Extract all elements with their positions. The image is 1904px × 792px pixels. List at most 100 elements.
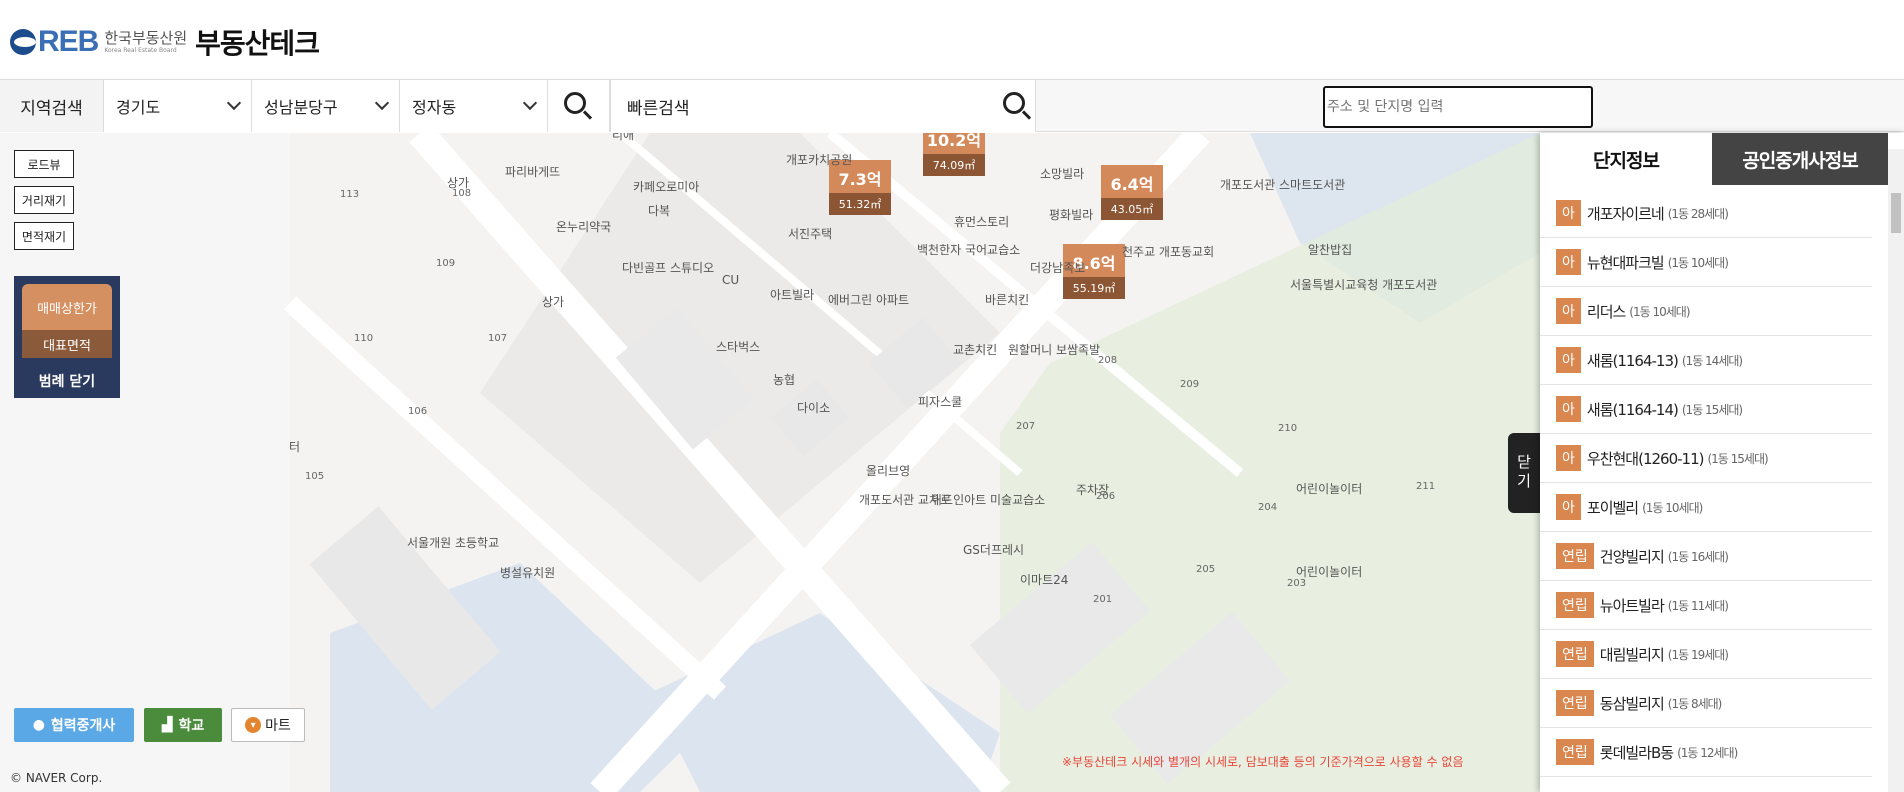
- legend-price: 매매상한가: [22, 284, 112, 330]
- quick-search-button[interactable]: [993, 80, 1037, 132]
- map-label: 천주교 개포동교회: [1122, 245, 1215, 259]
- complex-name: 새롬(1164-13): [1586, 351, 1679, 370]
- complex-name: 대림빌리지: [1599, 645, 1665, 664]
- complex-count: (1동 11세대): [1667, 598, 1729, 613]
- complex-list-item[interactable]: 연립 롯데빌라B동 (1동 12세대): [1540, 728, 1872, 777]
- complex-list-item[interactable]: 아 뉴현대파크빌 (1동 10세대): [1540, 238, 1872, 287]
- logo-sub: 한국부동산원 Korea Real Estate Board: [104, 28, 188, 54]
- province-select[interactable]: 경기도: [104, 80, 252, 132]
- price-value: 6.4억: [1101, 165, 1163, 198]
- scrollbar[interactable]: [1888, 149, 1904, 792]
- map-label: 피자스쿨: [918, 395, 963, 409]
- map-label: 위드인아트 미술교습소: [931, 493, 1046, 507]
- map-label: 농협: [773, 373, 796, 387]
- complex-list-item[interactable]: 아 우찬현대(1260-11) (1동 15세대): [1540, 434, 1872, 483]
- price-notice: ※부동산테크 시세와 별개의 시세로, 담보대출 등의 기준가격으로 사용할 수…: [1062, 755, 1464, 769]
- cart-icon: ▾: [245, 717, 262, 733]
- type-badge: 연립: [1556, 592, 1594, 618]
- copyright: © NAVER Corp.: [10, 771, 103, 785]
- logo-english: Korea Real Estate Board: [104, 46, 177, 54]
- complex-list-item[interactable]: 연립 대림빌리지 (1동 19세대): [1540, 630, 1872, 679]
- type-badge: 아: [1556, 298, 1581, 324]
- type-badge: 연립: [1556, 641, 1594, 667]
- complex-count: (1동 10세대): [1667, 255, 1729, 270]
- type-badge: 연립: [1556, 543, 1594, 569]
- map-label: 아트빌라: [770, 288, 815, 302]
- complex-name: 롯데빌라B동: [1599, 743, 1674, 762]
- area-value: 43.05㎡: [1101, 198, 1163, 220]
- search-icon: [564, 92, 586, 114]
- complex-list-item[interactable]: 아 리더스 (1동 10세대): [1540, 287, 1872, 336]
- school-label: 학교: [178, 718, 205, 734]
- map-label: 개포카치공원: [786, 153, 853, 167]
- map-label: GS더프레시: [963, 543, 1025, 557]
- price-marker[interactable]: 6.4억 43.05㎡: [1101, 165, 1163, 220]
- mart-toggle-button[interactable]: ▾ 마트: [231, 708, 305, 742]
- building-number: 105: [305, 471, 325, 482]
- type-badge: 아: [1556, 494, 1581, 520]
- reb-logo[interactable]: REB 한국부동산원 Korea Real Estate Board 부동산테크: [10, 22, 320, 62]
- roadview-button[interactable]: 로드뷰: [14, 150, 74, 178]
- building-number: 109: [436, 258, 456, 269]
- mart-label: 마트: [265, 718, 291, 734]
- tab-complex-info[interactable]: 단지정보: [1540, 133, 1712, 185]
- map-label: 바른치킨: [985, 293, 1030, 307]
- legend: 매매상한가 대표면적 범례 닫기: [14, 276, 120, 398]
- quick-search-input[interactable]: [1323, 86, 1593, 128]
- complex-count: (1동 15세대): [1681, 402, 1743, 417]
- search-icon: [1003, 92, 1025, 114]
- building-number: 208: [1098, 355, 1118, 366]
- price-value: 10.2억: [923, 133, 985, 154]
- map-label: 에버그린 아파트: [828, 293, 910, 307]
- building-number: 210: [1278, 423, 1298, 434]
- legend-close-button[interactable]: 범례 닫기: [14, 366, 120, 396]
- building-number: 209: [1180, 379, 1200, 390]
- city-value: 성남분당구: [264, 98, 338, 117]
- complex-count: (1동 12세대): [1677, 745, 1738, 760]
- complex-list-item[interactable]: 연립 건양빌리지 (1동 16세대): [1540, 532, 1872, 581]
- map-label: 휴먼스토리: [954, 215, 1010, 229]
- complex-list-item[interactable]: 아 새롬(1164-14) (1동 15세대): [1540, 385, 1872, 434]
- building-number: 107: [488, 333, 508, 344]
- map-label: 병설유치원: [500, 566, 556, 580]
- complex-name: 새롬(1164-14): [1586, 400, 1679, 419]
- complex-name: 동삼빌리지: [1599, 694, 1665, 713]
- map-label: 상가: [542, 295, 565, 309]
- logo-korean: 한국부동산원: [104, 28, 188, 47]
- map-label: 터: [289, 440, 301, 454]
- town-select[interactable]: 정자동: [400, 80, 548, 132]
- type-badge: 아: [1556, 200, 1581, 226]
- town-value: 정자동: [412, 98, 457, 117]
- panel-close-button[interactable]: 닫기: [1508, 433, 1540, 513]
- area-measure-button[interactable]: 면적재기: [14, 222, 74, 250]
- type-badge: 아: [1556, 445, 1581, 471]
- complex-list-item[interactable]: 아 개포자이르네 (1동 28세대): [1540, 189, 1872, 238]
- price-marker[interactable]: 7.3억 51.32㎡: [829, 160, 891, 215]
- price-marker[interactable]: 10.2억 74.09㎡: [923, 133, 985, 176]
- area-value: 55.19㎡: [1063, 277, 1125, 299]
- map-label: 서진주택: [788, 227, 833, 241]
- complex-list-item[interactable]: 아 포이벨리 (1동 10세대): [1540, 483, 1872, 532]
- distance-measure-button[interactable]: 거리재기: [14, 186, 74, 214]
- map-label: 더강남족보: [1030, 261, 1086, 275]
- quick-search-label: 빠른검색: [627, 98, 690, 119]
- scrollbar-thumb[interactable]: [1891, 193, 1901, 233]
- chevron-down-icon: [374, 95, 390, 111]
- quick-search: 빠른검색: [610, 80, 1593, 132]
- complex-count: (1동 28세대): [1667, 206, 1729, 221]
- building-number: 205: [1196, 564, 1216, 575]
- complex-list-item[interactable]: 연립 동삼빌리지 (1동 8세대): [1540, 679, 1872, 728]
- complex-list-item[interactable]: 아 새롬(1164-13) (1동 14세대): [1540, 336, 1872, 385]
- tab-broker-info[interactable]: 공인중개사정보: [1712, 133, 1888, 185]
- city-select[interactable]: 성남분당구: [252, 80, 400, 132]
- complex-list-item[interactable]: 연립 뉴아트빌라 (1동 11세대): [1540, 581, 1872, 630]
- complex-count: (1동 8세대): [1667, 696, 1723, 711]
- logo-icon: [10, 29, 36, 55]
- map-label: 스타벅스: [716, 340, 761, 354]
- map-label: CU: [722, 273, 740, 287]
- school-toggle-button[interactable]: ▟ 학교: [144, 708, 222, 742]
- broker-toggle-button[interactable]: ● 협력중개사: [14, 708, 134, 742]
- building-number: 211: [1416, 481, 1436, 492]
- region-search-button[interactable]: [548, 80, 610, 132]
- region-search-label: 지역검색: [0, 80, 104, 132]
